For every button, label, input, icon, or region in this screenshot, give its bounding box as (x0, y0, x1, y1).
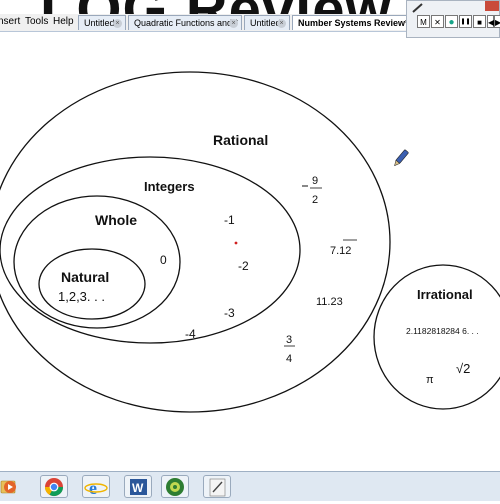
next-button[interactable]: ▶ (494, 15, 500, 28)
svg-text:e: e (89, 478, 97, 498)
whole-label: Whole (95, 212, 137, 228)
tab-label: Untitled (84, 18, 115, 28)
number-neg-four: -4 (185, 327, 196, 341)
tab-untitled-2[interactable]: Untitled × (244, 15, 290, 30)
number-seven-twelve: 7.12 (330, 239, 357, 257)
tab-untitled-1[interactable]: Untitled × (78, 15, 126, 30)
minimize-button[interactable]: M (417, 15, 430, 28)
notebook-icon[interactable] (203, 475, 231, 498)
internet-explorer-icon[interactable]: e (82, 475, 110, 498)
close-button[interactable]: ✕ (431, 15, 444, 28)
record-button[interactable]: ● (445, 15, 458, 28)
irrational-label: Irrational (417, 287, 473, 302)
red-dot (234, 241, 238, 245)
sqrt-two: √2 (456, 361, 470, 376)
tab-number-systems-review[interactable]: Number Systems Review* (292, 15, 408, 30)
number-neg-one: -1 (224, 213, 235, 227)
pen-cursor-icon (394, 149, 409, 167)
numerator-three: 3 (286, 334, 292, 346)
close-window-icon[interactable] (485, 1, 499, 11)
media-player-icon[interactable] (2, 475, 16, 498)
menu-tools[interactable]: Tools (25, 16, 48, 27)
irrational-decimal: 2.1182818284 6. . . (406, 326, 479, 336)
stop-button[interactable]: ■ (473, 15, 486, 28)
natural-examples: 1,2,3. . . (58, 289, 105, 304)
recorder-control-panel: M ✕ ● ❚❚ ■ ◀ ▶ (406, 0, 500, 38)
natural-label: Natural (61, 269, 109, 285)
tab-label: Quadratic Functions and * (134, 18, 239, 28)
menu-help[interactable]: Help (53, 16, 74, 27)
pen-icon[interactable] (411, 2, 425, 14)
numerator-nine: 9 (312, 175, 318, 187)
word-icon[interactable]: W (124, 475, 152, 498)
smartboard-icon[interactable] (161, 475, 189, 498)
tab-label: Number Systems Review* (298, 18, 408, 28)
taskbar: e W (0, 471, 500, 501)
close-icon[interactable]: × (277, 19, 286, 28)
number-neg-two: -2 (238, 259, 249, 273)
pi-symbol: π (426, 374, 434, 386)
prev-button[interactable]: ◀ (487, 15, 494, 28)
rational-label: Rational (213, 132, 268, 148)
integers-label: Integers (144, 179, 195, 194)
close-icon[interactable]: × (229, 19, 238, 28)
number-three-quarters: 3 4 (284, 334, 295, 365)
venn-diagram: Rational Integers Whole Natural 1,2,3. .… (0, 71, 500, 413)
number-eleven-twentythree: 11.23 (316, 296, 343, 308)
tab-label: Untitled (250, 18, 281, 28)
close-icon[interactable]: × (113, 19, 122, 28)
denominator-four: 4 (286, 353, 292, 365)
number-neg-nine-halves: 9 2 (302, 175, 322, 206)
denominator-two: 2 (312, 194, 318, 206)
tab-quadratic-functions[interactable]: Quadratic Functions and * × (128, 15, 242, 30)
number-neg-three: -3 (224, 306, 235, 320)
menu-insert[interactable]: nsert (0, 16, 20, 27)
svg-text:W: W (132, 481, 144, 495)
number-zero: 0 (160, 253, 167, 267)
pause-button[interactable]: ❚❚ (459, 15, 472, 28)
rational-set-boundary (0, 71, 391, 413)
seven-twelve-text: 7.12 (330, 245, 351, 257)
chrome-icon[interactable] (40, 475, 68, 498)
